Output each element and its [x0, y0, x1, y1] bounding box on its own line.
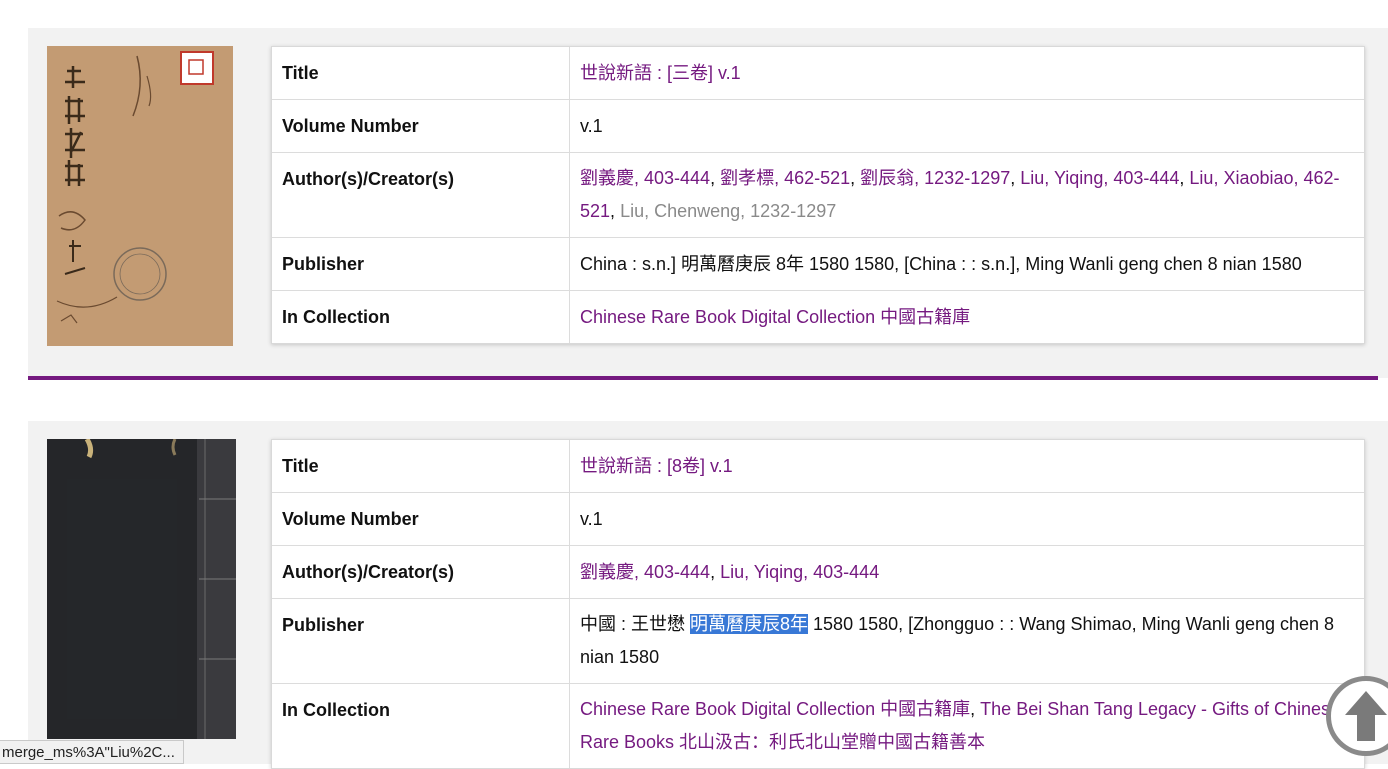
separator: ,: [1010, 168, 1021, 188]
status-bar-url: merge_ms%3A"Liu%2C...: [0, 740, 184, 764]
collection-link[interactable]: Chinese Rare Book Digital Collection 中國古…: [580, 307, 970, 327]
collection-row: In Collection Chinese Rare Book Digital …: [272, 684, 1364, 768]
title-label: Title: [272, 47, 570, 99]
volume-label: Volume Number: [272, 100, 570, 152]
collection-link[interactable]: Chinese Rare Book Digital Collection 中國古…: [580, 699, 970, 719]
publisher-row: Publisher China : s.n.] 明萬曆庚辰 8年 1580 15…: [272, 238, 1364, 291]
selected-text: 明萬曆庚辰8年: [690, 614, 809, 634]
author-link[interactable]: 劉辰翁, 1232-1297: [860, 168, 1010, 188]
separator: ,: [710, 562, 721, 582]
authors-value: 劉義慶, 403-444, 劉孝標, 462-521, 劉辰翁, 1232-12…: [570, 153, 1364, 237]
authors-row: Author(s)/Creator(s) 劉義慶, 403-444, Liu, …: [272, 546, 1364, 599]
collection-value: Chinese Rare Book Digital Collection 中國古…: [570, 684, 1364, 768]
volume-row: Volume Number v.1: [272, 493, 1364, 546]
author-link[interactable]: Liu, Chenweng, 1232-1297: [620, 201, 836, 221]
publisher-label: Publisher: [272, 599, 570, 683]
title-row: Title 世說新語 : [8卷] v.1: [272, 440, 1364, 493]
authors-label: Author(s)/Creator(s): [272, 546, 570, 598]
collection-row: In Collection Chinese Rare Book Digital …: [272, 291, 1364, 343]
authors-row: Author(s)/Creator(s) 劉義慶, 403-444, 劉孝標, …: [272, 153, 1364, 238]
title-link[interactable]: 世說新語 : [三卷] v.1: [580, 63, 741, 83]
metadata-table-1: Title 世說新語 : [三卷] v.1 Volume Number v.1 …: [271, 46, 1365, 344]
separator: ,: [610, 201, 621, 221]
collection-label: In Collection: [272, 291, 570, 343]
title-row: Title 世說新語 : [三卷] v.1: [272, 47, 1364, 100]
separator: ,: [850, 168, 861, 188]
publisher-value: China : s.n.] 明萬曆庚辰 8年 1580 1580, [China…: [580, 254, 1302, 274]
author-link[interactable]: Liu, Yiqing, 403-444: [1020, 168, 1179, 188]
volume-row: Volume Number v.1: [272, 100, 1364, 153]
author-link[interactable]: 劉義慶, 403-444: [580, 562, 710, 582]
search-result-2: Title 世說新語 : [8卷] v.1 Volume Number v.1 …: [28, 421, 1388, 769]
volume-label: Volume Number: [272, 493, 570, 545]
separator: ,: [1179, 168, 1190, 188]
title-label: Title: [272, 440, 570, 492]
author-link[interactable]: Liu, Yiqing, 403-444: [720, 562, 879, 582]
volume-value: v.1: [580, 116, 603, 136]
author-link[interactable]: 劉義慶, 403-444: [580, 168, 710, 188]
title-link[interactable]: 世說新語 : [8卷] v.1: [580, 456, 733, 476]
search-result-1: Title 世說新語 : [三卷] v.1 Volume Number v.1 …: [28, 28, 1388, 378]
authors-value: 劉義慶, 403-444, Liu, Yiqing, 403-444: [570, 546, 1364, 598]
book-cover-thumbnail-2[interactable]: [47, 439, 236, 739]
authors-label: Author(s)/Creator(s): [272, 153, 570, 237]
metadata-table-2: Title 世說新語 : [8卷] v.1 Volume Number v.1 …: [271, 439, 1365, 769]
scroll-to-top-button[interactable]: [1326, 676, 1388, 756]
publisher-label: Publisher: [272, 238, 570, 290]
author-link[interactable]: 劉孝標, 462-521: [720, 168, 850, 188]
collection-label: In Collection: [272, 684, 570, 768]
separator: ,: [970, 699, 981, 719]
book-cover-thumbnail-1[interactable]: [47, 46, 233, 346]
publisher-row: Publisher 中國 : 王世懋 明萬曆庚辰8年 1580 1580, [Z…: [272, 599, 1364, 684]
separator: ,: [710, 168, 721, 188]
arrow-up-icon: [1345, 691, 1387, 741]
publisher-value: 中國 : 王世懋 明萬曆庚辰8年 1580 1580, [Zhongguo : …: [570, 599, 1364, 683]
result-divider: [28, 376, 1378, 380]
volume-value: v.1: [580, 509, 603, 529]
publisher-text: 中國 : 王世懋: [580, 614, 691, 634]
